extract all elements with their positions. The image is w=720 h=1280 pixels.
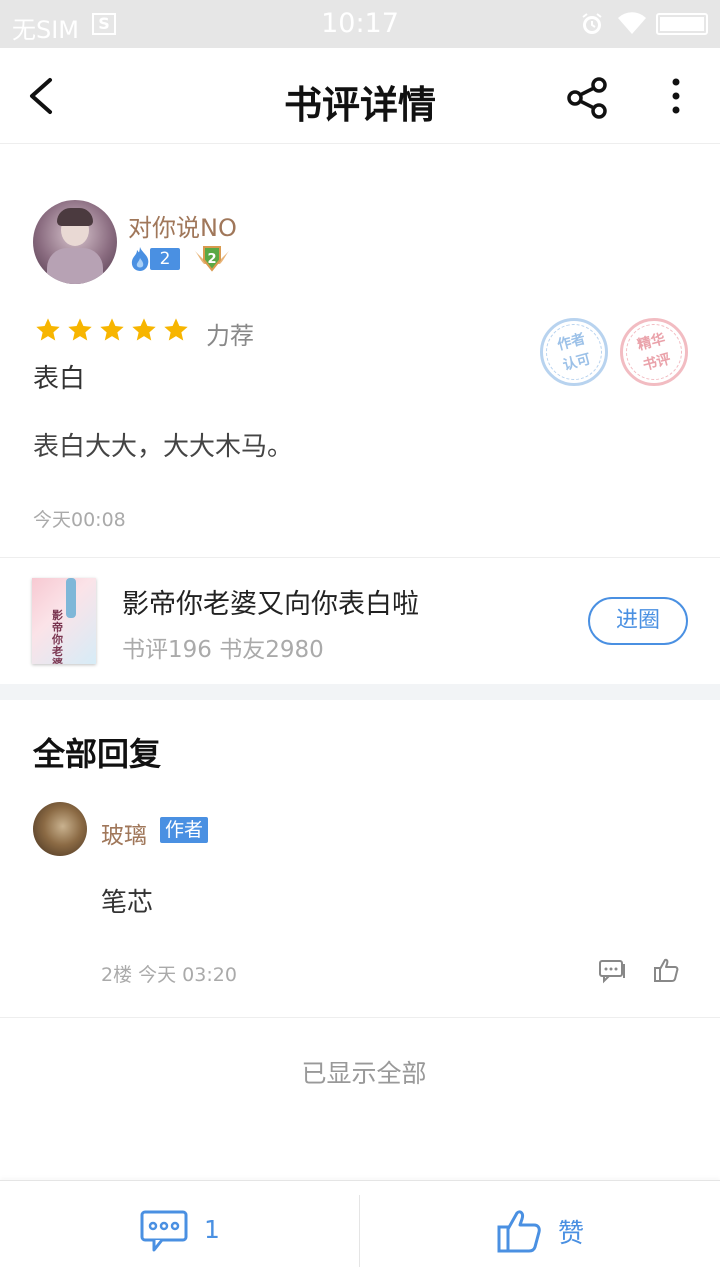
author-badge: 作者 (160, 817, 209, 843)
author-stamp-line1: 作者 (555, 330, 587, 354)
reply-avatar[interactable] (33, 802, 87, 856)
book-cover[interactable]: 影帝你老婆 (32, 578, 96, 664)
section-separator (0, 684, 720, 700)
best-stamp-line2: 书评 (641, 350, 673, 374)
star-icon (130, 316, 158, 348)
comment-count: 1 (204, 1215, 220, 1244)
like-label: 赞 (558, 1219, 585, 1249)
flame-icon (128, 246, 152, 276)
wifi-icon (616, 10, 648, 40)
book-title[interactable]: 影帝你老婆又向你表白啦 (122, 582, 419, 621)
medal-level: 2 (207, 252, 216, 267)
status-time: 10:17 (321, 8, 399, 39)
alarm-icon (580, 12, 604, 40)
replies-heading: 全部回复 (33, 735, 162, 773)
reply-like-icon[interactable] (652, 956, 680, 988)
reply-meta: 2楼 今天 03:20 (101, 964, 237, 986)
review-title: 表白 (33, 364, 86, 394)
reviewer-avatar[interactable] (33, 200, 117, 284)
review-body: 表白大大，大大木马。 (33, 432, 294, 462)
like-button[interactable]: 赞 (360, 1181, 720, 1280)
level-number: 2 (150, 248, 180, 270)
review-time: 今天00:08 (33, 509, 126, 531)
divider (0, 557, 720, 558)
end-of-list-text: 已显示全部 (301, 1059, 427, 1088)
star-icon (162, 316, 190, 348)
best-stamp-line1: 精华 (635, 330, 667, 354)
comment-button[interactable]: 1 (0, 1181, 359, 1280)
medal-icon: 2 (192, 244, 232, 276)
book-stats: 书评196 书友2980 (122, 637, 324, 663)
divider (0, 1017, 720, 1018)
comment-icon (140, 1209, 188, 1257)
author-approved-stamp: 作者 认可 (539, 317, 609, 387)
level-badge: 2 (128, 246, 180, 272)
rating-label: 力荐 (206, 322, 254, 350)
more-icon[interactable] (662, 74, 690, 122)
page-title: 书评详情 (283, 82, 436, 127)
app-header: 书评详情 (0, 48, 720, 144)
thumbs-up-icon (496, 1207, 542, 1259)
status-bar: 无SIM S 10:17 (0, 0, 720, 48)
author-stamp-line2: 认可 (561, 350, 593, 374)
star-icon (98, 316, 126, 348)
reviewer-name[interactable]: 对你说NO (128, 208, 237, 243)
reply-username[interactable]: 玻璃 (101, 816, 147, 850)
reply-body: 笔芯 (101, 888, 154, 918)
book-cover-text: 影帝你老婆 (52, 609, 63, 665)
star-icon (66, 316, 94, 348)
reply-comment-icon[interactable] (598, 958, 626, 988)
join-circle-button[interactable]: 进圈 (588, 597, 688, 645)
best-review-stamp: 精华 书评 (619, 317, 689, 387)
share-icon[interactable] (566, 76, 610, 124)
bottom-action-bar: 1 赞 (0, 1180, 720, 1280)
star-icon (34, 316, 62, 348)
battery-icon (656, 13, 708, 35)
